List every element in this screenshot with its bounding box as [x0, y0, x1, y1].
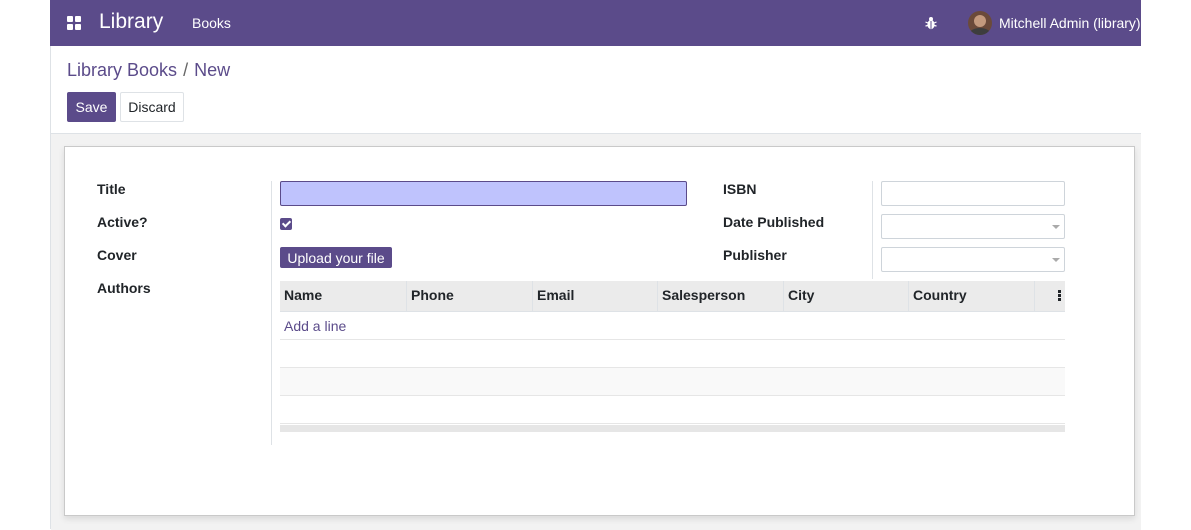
isbn-input[interactable]: [881, 181, 1065, 206]
column-header-name[interactable]: Name: [280, 281, 406, 311]
authors-label: Authors: [97, 280, 151, 296]
isbn-label: ISBN: [723, 181, 757, 197]
top-navbar: Library Books Mitchell Admin (library): [50, 0, 1141, 46]
add-a-line-link[interactable]: Add a line: [284, 318, 346, 334]
date-published-label: Date Published: [723, 214, 825, 230]
active-label: Active?: [97, 214, 148, 230]
table-row: [280, 340, 1065, 368]
date-published-input[interactable]: [881, 214, 1065, 239]
authors-table: Name Phone Email Salesperson City Countr…: [280, 281, 1065, 432]
title-label: Title: [97, 181, 126, 197]
form-sheet: Title Active? Cover Authors Upload your …: [64, 146, 1135, 516]
menu-item-books[interactable]: Books: [192, 15, 231, 31]
table-row: Add a line: [280, 312, 1065, 340]
chevron-down-icon: [1052, 225, 1060, 229]
app-name[interactable]: Library: [99, 10, 163, 34]
breadcrumb-separator: /: [183, 60, 189, 80]
user-menu[interactable]: Mitchell Admin (library): [999, 15, 1141, 31]
breadcrumb-current: New: [194, 60, 231, 80]
right-column-divider: [872, 181, 873, 279]
discard-button[interactable]: Discard: [120, 92, 184, 122]
breadcrumb-parent[interactable]: Library Books: [67, 60, 177, 80]
column-header-city[interactable]: City: [783, 281, 908, 311]
chevron-down-icon: [1052, 258, 1060, 262]
table-row: [280, 368, 1065, 396]
publisher-select[interactable]: [881, 247, 1065, 272]
kebab-vertical-icon[interactable]: [1034, 281, 1065, 311]
table-footer: [280, 425, 1065, 432]
user-avatar[interactable]: [968, 11, 992, 35]
column-header-phone[interactable]: Phone: [406, 281, 532, 311]
column-header-email[interactable]: Email: [532, 281, 657, 311]
upload-file-button[interactable]: Upload your file: [280, 247, 392, 268]
cover-label: Cover: [97, 247, 137, 263]
save-button[interactable]: Save: [67, 92, 116, 122]
publisher-label: Publisher: [723, 247, 787, 263]
table-header: Name Phone Email Salesperson City Countr…: [280, 281, 1065, 312]
app-window: Library Books Mitchell Admin (library) L…: [50, 0, 1141, 530]
bug-icon[interactable]: [925, 16, 937, 30]
table-row: [280, 396, 1065, 424]
column-header-country[interactable]: Country: [908, 281, 1034, 311]
apps-grid-icon[interactable]: [67, 16, 82, 30]
active-checkbox[interactable]: [280, 218, 292, 230]
breadcrumb: Library Books / New: [67, 60, 230, 81]
title-input[interactable]: [280, 181, 687, 206]
column-header-salesperson[interactable]: Salesperson: [657, 281, 783, 311]
left-column-divider: [271, 181, 272, 445]
